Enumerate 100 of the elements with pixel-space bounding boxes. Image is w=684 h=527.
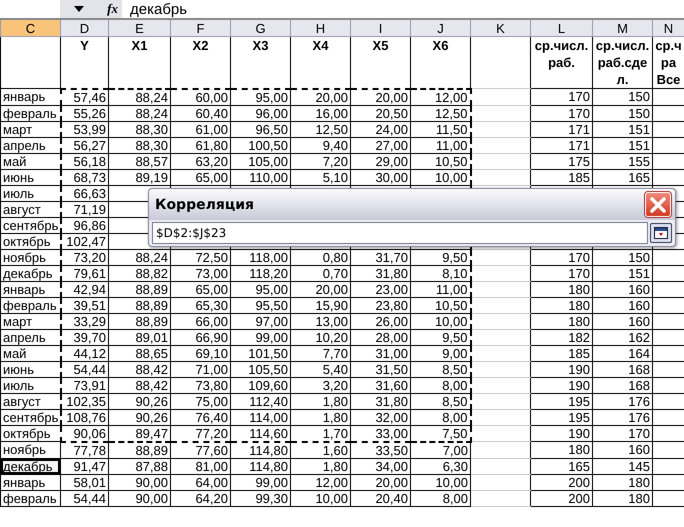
column-header[interactable]: G xyxy=(230,19,290,36)
number-cell: 33,00 xyxy=(375,426,408,440)
close-button[interactable] xyxy=(645,192,671,217)
number-cell: 34,00 xyxy=(375,459,408,473)
number-cell: 44,12 xyxy=(73,346,106,360)
column-label: X4 xyxy=(312,38,328,53)
number-cell: 190 xyxy=(568,426,590,441)
number-cell: 176 xyxy=(628,394,650,408)
month-cell[interactable]: февраль xyxy=(0,490,60,506)
column-header[interactable]: M xyxy=(592,19,652,36)
column-header[interactable]: D xyxy=(60,19,108,36)
number-cell: 53,99 xyxy=(73,122,106,136)
number-cell: 10,50 xyxy=(434,298,468,312)
column-label: Y xyxy=(80,38,89,53)
number-cell: 27,00 xyxy=(375,138,408,152)
number-cell: 69,10 xyxy=(195,346,228,360)
column-header[interactable]: I xyxy=(350,19,410,36)
column-label: X2 xyxy=(192,38,208,53)
number-cell: 71,00 xyxy=(195,362,228,376)
column-header[interactable]: N xyxy=(652,19,684,36)
number-cell: 73,20 xyxy=(73,250,106,264)
number-cell: 88,24 xyxy=(135,250,168,264)
column-header[interactable]: H xyxy=(290,19,350,36)
number-cell: 151 xyxy=(628,138,650,152)
month-cell[interactable]: июнь xyxy=(0,361,60,377)
month-cell[interactable]: октябрь xyxy=(0,425,60,442)
number-cell: 1,80 xyxy=(322,410,348,424)
number-cell: 96,86 xyxy=(73,218,106,232)
month-cell[interactable]: май xyxy=(0,345,60,361)
column-header[interactable]: L xyxy=(530,19,592,36)
number-cell: 61,00 xyxy=(195,122,228,136)
month-cell[interactable]: март xyxy=(0,313,60,329)
number-cell: 12,00 xyxy=(434,90,468,104)
month-cell[interactable]: январь xyxy=(0,88,60,105)
name-box[interactable]: fx xyxy=(60,0,122,18)
month-cell[interactable]: март xyxy=(0,121,60,137)
month-cell[interactable]: июль xyxy=(0,377,60,393)
expand-button[interactable] xyxy=(650,223,672,243)
number-cell: 114,60 xyxy=(249,426,288,440)
number-cell: 11,00 xyxy=(436,138,468,152)
number-cell: 9,50 xyxy=(442,330,468,344)
month-cell[interactable]: август xyxy=(0,393,60,409)
number-cell: 88,42 xyxy=(135,378,168,392)
number-cell: 145 xyxy=(628,459,650,473)
number-cell: 114,80 xyxy=(249,459,288,473)
month-cell[interactable]: декабрь xyxy=(0,458,60,474)
month-cell[interactable]: январь xyxy=(0,474,60,490)
column-label: ср.ч ра Все xyxy=(655,38,682,87)
number-cell: 76,40 xyxy=(195,410,228,424)
number-cell: 160 xyxy=(628,298,650,312)
month-cell[interactable]: апрель xyxy=(0,137,60,153)
range-field[interactable]: $D$2:$J$23 xyxy=(152,222,648,244)
number-cell: 30,00 xyxy=(375,170,408,184)
column-label: X5 xyxy=(372,38,388,53)
number-cell: 1,80 xyxy=(322,459,348,473)
month-cell[interactable]: апрель xyxy=(0,329,60,345)
column-header[interactable]: E xyxy=(108,19,170,36)
number-cell: 20,40 xyxy=(375,491,408,505)
number-cell: 151 xyxy=(628,122,650,136)
number-cell: 39,51 xyxy=(73,298,106,312)
number-cell: 58,01 xyxy=(73,475,106,489)
column-header[interactable]: C xyxy=(0,19,60,36)
number-cell: 8,50 xyxy=(442,394,468,408)
number-cell: 190 xyxy=(568,378,590,392)
number-cell: 10,00 xyxy=(315,491,348,505)
number-cell: 87,88 xyxy=(135,459,168,473)
number-cell: 6,30 xyxy=(442,459,468,473)
month-cell[interactable]: февраль xyxy=(0,105,60,121)
month-cell[interactable]: ноябрь xyxy=(0,249,60,265)
function-label[interactable]: fx xyxy=(107,1,118,17)
month-cell[interactable]: февраль xyxy=(0,297,60,313)
number-cell: 8,10 xyxy=(442,266,468,280)
month-cell[interactable]: октябрь xyxy=(0,233,60,249)
month-cell[interactable]: январь xyxy=(0,281,60,297)
month-cell[interactable]: август xyxy=(0,201,60,217)
number-cell: 88,30 xyxy=(135,122,168,136)
month-cell[interactable]: июль xyxy=(0,185,60,201)
number-cell: 9,40 xyxy=(322,138,348,152)
number-cell: 23,00 xyxy=(375,282,408,296)
number-cell: 28,00 xyxy=(375,330,408,344)
number-cell: 171 xyxy=(568,122,590,136)
close-icon xyxy=(650,196,666,212)
number-cell: 12,50 xyxy=(434,106,468,120)
column-header[interactable]: J xyxy=(410,19,470,36)
column-header[interactable]: K xyxy=(470,19,530,36)
column-header[interactable]: F xyxy=(170,19,230,36)
number-cell: 110,00 xyxy=(249,170,288,184)
month-cell[interactable]: ноябрь xyxy=(0,442,60,458)
month-cell[interactable]: декабрь xyxy=(0,265,60,281)
month-cell[interactable]: июнь xyxy=(0,169,60,185)
number-cell: 114,80 xyxy=(249,442,288,458)
formula-field[interactable]: декабрь xyxy=(130,0,188,18)
month-cell[interactable]: сентябрь xyxy=(0,217,60,233)
number-cell: 118,00 xyxy=(249,250,288,264)
number-cell: 90,00 xyxy=(135,475,168,489)
number-cell: 54,44 xyxy=(73,362,106,376)
number-cell: 180 xyxy=(568,442,590,458)
month-cell[interactable]: сентябрь xyxy=(0,409,60,425)
number-cell: 88,57 xyxy=(135,154,168,168)
month-cell[interactable]: май xyxy=(0,153,60,169)
